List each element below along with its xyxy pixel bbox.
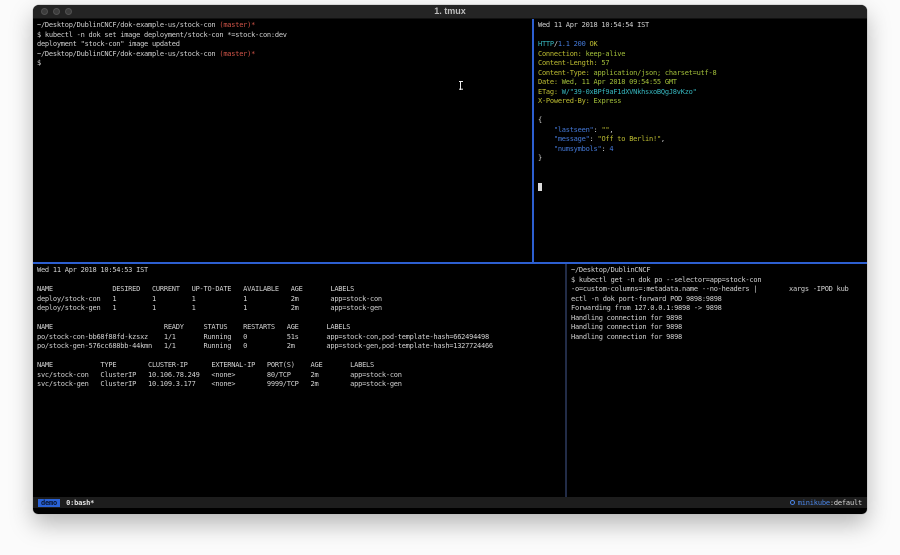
terminal-line: po/stock-con-bb68f88fd-kzsxz 1/1 Running… (37, 333, 565, 343)
terminal-line: HTTP/1.1 200 OK (538, 40, 867, 50)
pane-bottom-right-portforward[interactable]: ~/Desktop/DublinCNCF$ kubectl get -n dok… (567, 264, 867, 497)
terminal-line: svc/stock-gen ClusterIP 10.109.3.177 <no… (37, 380, 565, 390)
terminal-line (538, 31, 867, 41)
terminal-line: X-Powered-By: Express (538, 97, 867, 107)
terminal-line (538, 183, 867, 193)
terminal-window: 1. tmux ~/Desktop/DublinCNCF/dok-example… (33, 5, 867, 514)
kubernetes-icon (790, 500, 795, 505)
window-titlebar[interactable]: 1. tmux (33, 5, 867, 19)
terminal-line: NAME READY STATUS RESTARTS AGE LABELS (37, 323, 565, 333)
terminal-line: svc/stock-con ClusterIP 10.106.78.249 <n… (37, 371, 565, 381)
terminal-line: } (538, 154, 867, 164)
terminal-line: deploy/stock-con 1 1 1 1 2m app=stock-co… (37, 295, 565, 305)
terminal-line (37, 352, 565, 362)
terminal-line: Connection: keep-alive (538, 50, 867, 60)
terminal-line: Forwarding from 127.0.0.1:9898 -> 9898 (571, 304, 867, 314)
terminal-line: ~/Desktop/DublinCNCF/dok-example-us/stoc… (37, 50, 532, 60)
session-name-badge: demo (38, 499, 60, 507)
terminal-line: Handling connection for 9898 (571, 314, 867, 324)
terminal-line (538, 164, 867, 174)
kube-context: minikube (798, 499, 830, 507)
terminal-line: Content-Type: application/json; charset=… (538, 69, 867, 79)
terminal-line (538, 107, 867, 117)
terminal-line: deployment "stock-con" image updated (37, 40, 532, 50)
terminal-line: -o=custom-columns=:metadata.name --no-he… (571, 285, 867, 295)
terminal-line: NAME DESIRED CURRENT UP-TO-DATE AVAILABL… (37, 285, 565, 295)
status-right: minikube :default (790, 499, 862, 507)
terminal-line (538, 173, 867, 183)
desktop-background: 1. tmux ~/Desktop/DublinCNCF/dok-example… (0, 0, 900, 555)
terminal-line: po/stock-gen-576cc688bb-44kmn 1/1 Runnin… (37, 342, 565, 352)
terminal-line: Wed 11 Apr 2018 10:54:53 IST (37, 266, 565, 276)
terminal-line: $ (37, 59, 532, 69)
terminal-line (37, 276, 565, 286)
terminal-line (37, 314, 565, 324)
terminal-line: "numsymbols": 4 (538, 145, 867, 155)
terminal-line: ectl -n dok port-forward POD 9898:9898 (571, 295, 867, 305)
pane-top-right-http[interactable]: Wed 11 Apr 2018 10:54:54 IST HTTP/1.1 20… (534, 19, 867, 262)
terminal-line: NAME TYPE CLUSTER-IP EXTERNAL-IP PORT(S)… (37, 361, 565, 371)
terminal-line: ~/Desktop/DublinCNCF (571, 266, 867, 276)
pane-top-left-shell[interactable]: ~/Desktop/DublinCNCF/dok-example-us/stoc… (33, 19, 532, 262)
terminal-line: Content-Length: 57 (538, 59, 867, 69)
kube-namespace: :default (830, 499, 862, 507)
terminal-line: $ kubectl get -n dok po --selector=app=s… (571, 276, 867, 286)
tmux-terminal: ~/Desktop/DublinCNCF/dok-example-us/stoc… (33, 19, 867, 497)
terminal-line: Handling connection for 9898 (571, 323, 867, 333)
terminal-line: deploy/stock-gen 1 1 1 1 2m app=stock-ge… (37, 304, 565, 314)
tmux-status-bar: demo 0:bash* minikube :default (33, 497, 867, 508)
terminal-line: Date: Wed, 11 Apr 2018 09:54:55 GMT (538, 78, 867, 88)
window-title: 1. tmux (33, 5, 867, 18)
terminal-line: ~/Desktop/DublinCNCF/dok-example-us/stoc… (37, 21, 532, 31)
terminal-line: "message": "Off to Berlin!", (538, 135, 867, 145)
terminal-line: Wed 11 Apr 2018 10:54:54 IST (538, 21, 867, 31)
terminal-line: $ kubectl -n dok set image deployment/st… (37, 31, 532, 41)
mouse-pointer-ibeam-icon (458, 81, 463, 90)
terminal-line: { (538, 116, 867, 126)
terminal-line: ETag: W/"39-0xBPf9aF1dXVNkhsxoBQgJ8vKzo" (538, 88, 867, 98)
pane-bottom-left-kubectl[interactable]: Wed 11 Apr 2018 10:54:53 IST NAME DESIRE… (33, 264, 565, 497)
tmux-window-label[interactable]: 0:bash* (66, 499, 94, 507)
terminal-line: Handling connection for 9898 (571, 333, 867, 343)
terminal-line: "lastseen": "", (538, 126, 867, 136)
status-left: demo 0:bash* (38, 499, 94, 507)
